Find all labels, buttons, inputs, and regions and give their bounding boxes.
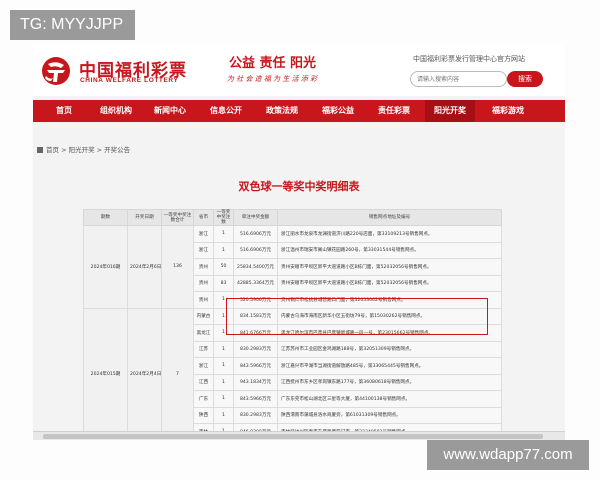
scrollbar-thumb[interactable] <box>43 434 543 439</box>
nav-item-responsibility[interactable]: 责任彩票 <box>369 100 419 122</box>
main-nav: 首页 组织机构 新闻中心 信息公开 政策法规 福彩公益 责任彩票 阳光开奖 福彩… <box>33 100 565 122</box>
cell-province: 陕西 <box>193 406 214 424</box>
col-header-amount: 单注中奖金额 <box>233 209 278 226</box>
cell-count: 83 <box>213 274 234 292</box>
site-slogan: 公益 责任 阳光 <box>229 56 317 71</box>
webpage: 中国福利彩票 CHINA WELFARE LOTTERY 公益 责任 阳光 为 … <box>33 44 565 440</box>
nav-item-disclosure[interactable]: 信息公开 <box>201 100 251 122</box>
cell-total: 7 <box>161 307 194 440</box>
cell-date: 2024年2月6日 <box>127 225 162 309</box>
nav-item-organization[interactable]: 组织机构 <box>91 100 141 122</box>
home-icon <box>37 147 43 153</box>
nav-item-games[interactable]: 福彩游戏 <box>481 100 535 122</box>
horizontal-scrollbar[interactable] <box>33 431 565 440</box>
cell-amount: 843.5966万元 <box>233 357 278 375</box>
site-slogan-sub: 为 社 会 造 福 为 生 活 添 彩 <box>227 75 318 83</box>
watermark-top: TG: MYYJJPP <box>10 10 135 40</box>
highlight-box <box>226 298 488 335</box>
breadcrumb-text[interactable]: 首页 > 阳光开奖 > 开奖公告 <box>46 146 130 154</box>
table-header-row: 期数 开奖日期 一等奖中奖注数合计 省市 一等奖中奖注数 单注中奖金额 销售网点… <box>83 209 502 226</box>
cell-amount: 943.1834万元 <box>233 373 278 391</box>
col-header-province: 省市 <box>193 209 214 226</box>
cell-province: 广东 <box>193 390 214 408</box>
cell-count: 1 <box>213 357 234 375</box>
cell-amount: 843.5966万元 <box>233 390 278 408</box>
cell-province: 浙江 <box>193 241 214 259</box>
cell-count: 1 <box>213 340 234 358</box>
cell-count: 50 <box>213 258 234 276</box>
cell-address: 浙江温州市瑞安市阁山镇花园路260号，第33031544号销售网点。 <box>277 241 502 259</box>
search-button[interactable]: 搜索 <box>507 71 543 87</box>
cell-address: 广东东莞市松山湖北区三星等大厦，第44100138号销售网点。 <box>277 390 502 408</box>
col-header-total: 一等奖中奖注数合计 <box>161 209 194 226</box>
cell-address: 江苏苏州市工业园区金鸡湖路188号，第32051309号销售网点。 <box>277 340 502 358</box>
cell-province: 内蒙古 <box>193 307 214 325</box>
cell-address: 贵州安顺市平坝区新平大道道路小区B栋门面，第52032056号销售网点。 <box>277 274 502 292</box>
cell-amount: 516.6906万元 <box>233 241 278 259</box>
cell-province: 江苏 <box>193 340 214 358</box>
cell-province: 浙江 <box>193 357 214 375</box>
cell-amount: 830.2983万元 <box>233 406 278 424</box>
cell-amount: 516.6906万元 <box>233 225 278 243</box>
nav-item-news[interactable]: 新闻中心 <box>145 100 195 122</box>
cell-amount: 830.2983万元 <box>233 340 278 358</box>
col-header-date: 开奖日期 <box>127 209 162 226</box>
nav-item-home[interactable]: 首页 <box>41 100 87 122</box>
cell-address: 浙江丽水市龙泉市龙渊街道济川路220号店面，第33109213号销售网点。 <box>277 225 502 243</box>
cell-address: 浙江嘉兴市平湖市当湖街道解放路485号，第33065445号销售网点。 <box>277 357 502 375</box>
site-description: 中国福利彩票发行管理中心官方网站 <box>413 55 525 63</box>
watermark-bottom: www.wdapp77.com <box>427 440 589 470</box>
cell-province: 贵州 <box>193 258 214 276</box>
cell-count: 1 <box>213 225 234 243</box>
cell-count: 1 <box>213 406 234 424</box>
cell-amount: 25834.5400万元 <box>233 258 278 276</box>
nav-item-draw[interactable]: 阳光开奖 <box>425 100 475 122</box>
screenshot-frame: TG: MYYJJPP 中国福利彩票 CHINA WELFARE LOTTERY… <box>0 0 600 480</box>
cell-period: 2024年016期 <box>83 225 128 309</box>
col-header-count: 一等奖中奖注数 <box>213 209 234 226</box>
cell-period: 2024年015期 <box>83 307 128 440</box>
cell-date: 2024年2月4日 <box>127 307 162 440</box>
lottery-logo-icon[interactable] <box>39 56 73 86</box>
cell-count: 1 <box>213 241 234 259</box>
col-header-period: 期数 <box>83 209 128 226</box>
nav-item-welfare[interactable]: 福彩公益 <box>313 100 363 122</box>
search-input[interactable] <box>410 71 507 87</box>
cell-address: 陕西渭南市蒲城县洛水商厦旁，第61031309号销售网点。 <box>277 406 502 424</box>
cell-total: 136 <box>161 225 194 309</box>
nav-item-policy[interactable]: 政策法规 <box>257 100 307 122</box>
cell-address: 贵州安顺市平坝区新平大道道路小区B栋门面，第52032056号销售网点。 <box>277 258 502 276</box>
cell-province: 黑龙江 <box>193 324 214 342</box>
cell-count: 1 <box>213 390 234 408</box>
cell-province: 江西 <box>193 373 214 391</box>
cell-province: 贵州 <box>193 274 214 292</box>
breadcrumb: 首页 > 阳光开奖 > 开奖公告 <box>37 144 130 154</box>
table-row: 2024年016期 2024年2月6日 136 浙江 1 516.6906万元 … <box>83 225 502 309</box>
col-header-address: 销售网点地址及编号 <box>277 209 502 226</box>
page-title: 双色球一等奖中奖明细表 <box>238 180 360 193</box>
cell-address: 江西抚州市东乡区孝岗镇东路177号，第36080618号销售网点。 <box>277 373 502 391</box>
cell-amount: 42885.3364万元 <box>233 274 278 292</box>
cell-province: 浙江 <box>193 225 214 243</box>
cell-count: 1 <box>213 373 234 391</box>
logo-text-en: CHINA WELFARE LOTTERY <box>80 77 179 84</box>
site-header: 中国福利彩票 CHINA WELFARE LOTTERY 公益 责任 阳光 为 … <box>33 44 565 96</box>
cell-province: 贵州 <box>193 291 214 309</box>
